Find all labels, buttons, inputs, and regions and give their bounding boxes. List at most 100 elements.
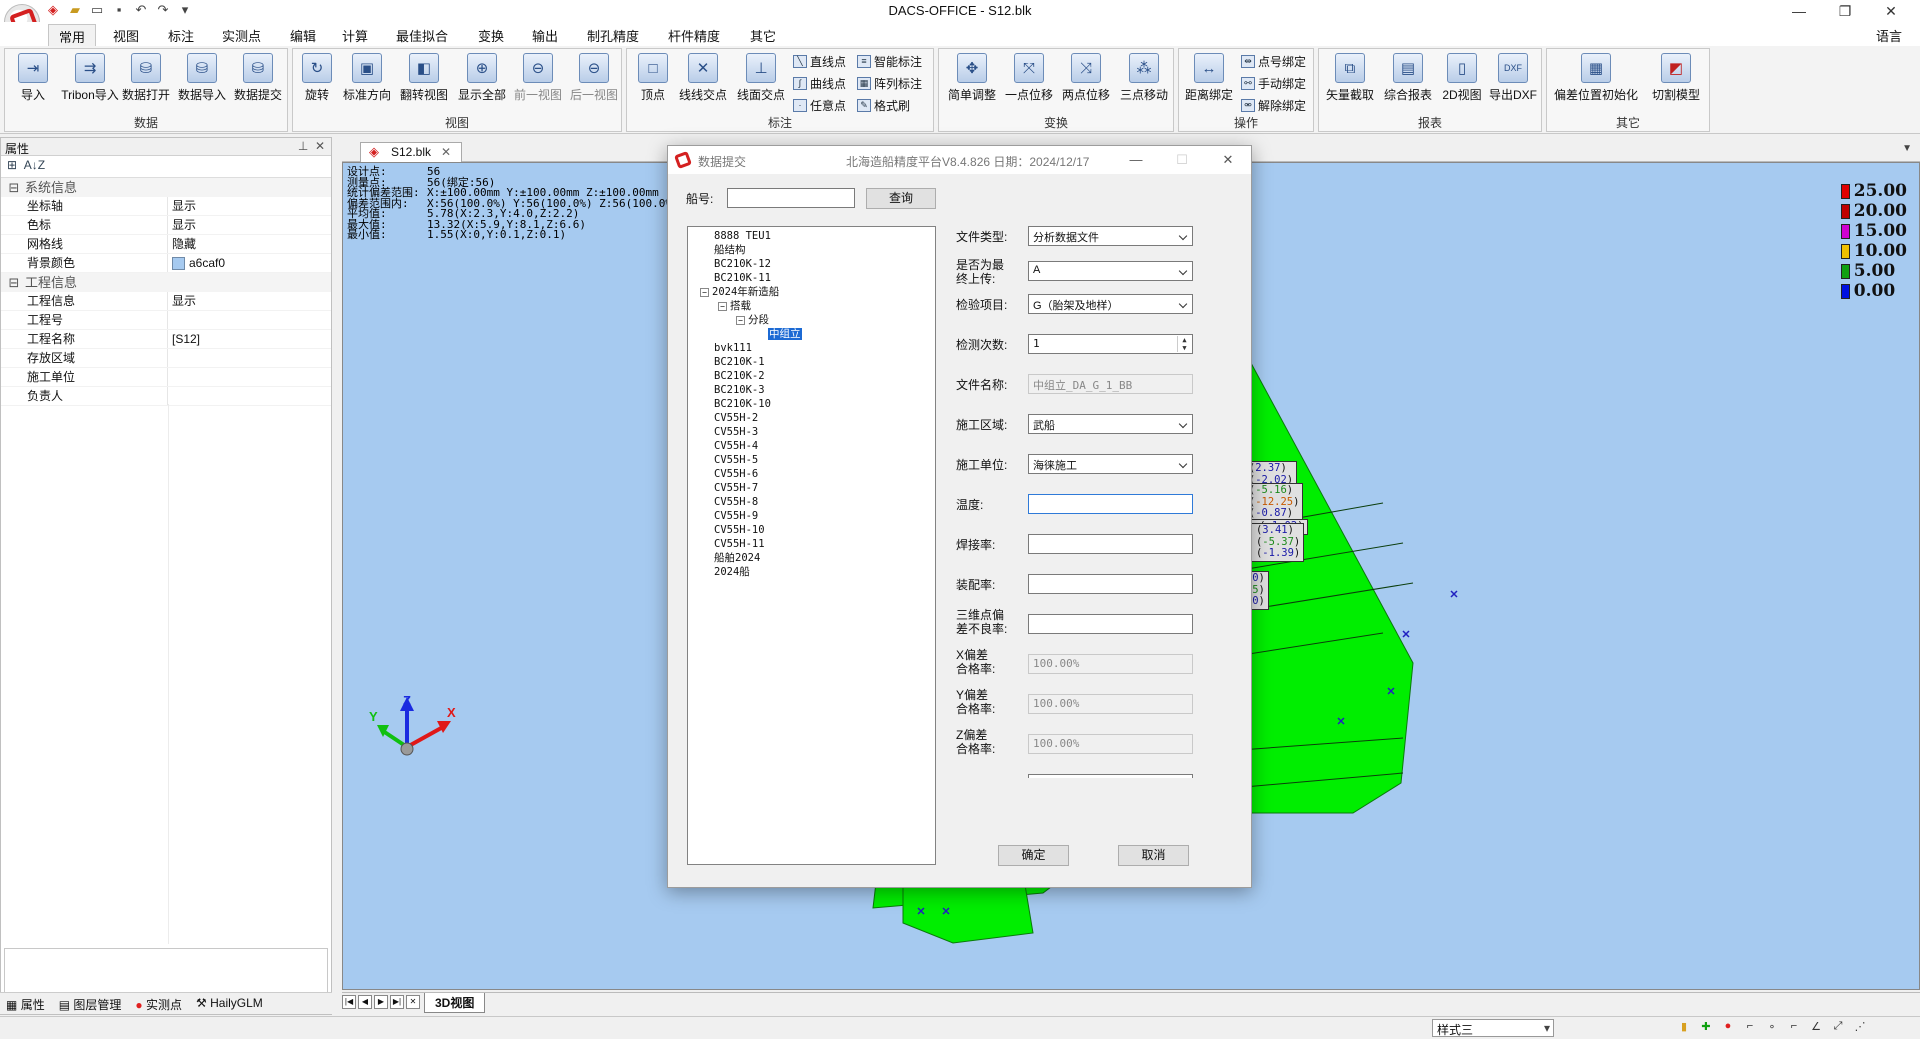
tab-output[interactable]: 输出	[532, 26, 558, 45]
tree-node[interactable]: CV55H-9	[692, 509, 935, 523]
tree-node[interactable]: CV55H-8	[692, 495, 935, 509]
vector-capture-button[interactable]: ⧉ 矢量截取	[1321, 51, 1379, 103]
cut-model-button[interactable]: ◩ 切割模型	[1645, 51, 1707, 103]
pin-icon[interactable]: ⊥	[298, 139, 308, 153]
dacs-icon[interactable]: ◈	[44, 2, 62, 18]
prev-sheet-icon[interactable]: ◀	[358, 995, 372, 1009]
tree-node[interactable]: BC210K-10	[692, 397, 935, 411]
weld-rate-input[interactable]	[1028, 534, 1193, 554]
move-tool-icon[interactable]: ⤢	[1830, 1020, 1846, 1036]
measure-tool-icon[interactable]: ⌐	[1742, 1020, 1758, 1036]
tab-measured-points-panel[interactable]: ● 实测点	[135, 996, 182, 1012]
tree-node-selected[interactable]: 中组立	[692, 327, 935, 341]
ship-tree[interactable]: 8888 TEU1 船结构 BC210K-12 BC210K-11 −2024年…	[687, 226, 936, 865]
tree-node[interactable]: CV55H-11	[692, 537, 935, 551]
categorized-icon[interactable]: ⊞	[7, 158, 17, 172]
ok-button[interactable]: 确定	[998, 845, 1069, 866]
format-brush-button[interactable]: ✎ 格式刷	[857, 97, 910, 114]
tree-node[interactable]: CV55H-2	[692, 411, 935, 425]
red-dot-icon[interactable]: ●	[1720, 1020, 1736, 1036]
deviation-init-button[interactable]: ▦ 偏差位置初始化	[1549, 51, 1643, 103]
array-mark-button[interactable]: ▦ 阵列标注	[857, 75, 922, 92]
tree-node[interactable]: BC210K-11	[692, 271, 935, 285]
tribon-import-button[interactable]: ⇉ Tribon导入	[59, 51, 121, 103]
data-open-button[interactable]: ⛁ 数据打开	[117, 51, 175, 103]
tab-layer-manager[interactable]: ▤ 图层管理	[59, 996, 122, 1012]
doc-tab-s12[interactable]: ◈ S12.blk ✕	[360, 142, 463, 162]
inspect-item-select[interactable]: G（胎架及地样）	[1028, 294, 1193, 314]
language-menu[interactable]: 语言	[1876, 26, 1902, 45]
any-point-button[interactable]: · 任意点	[793, 97, 846, 114]
property-row[interactable]: 工程号	[1, 311, 331, 330]
rotate-button[interactable]: ↻ 旋转	[297, 51, 337, 103]
angle-tool-icon[interactable]: ∠	[1808, 1020, 1824, 1036]
show-all-button[interactable]: ⊕ 显示全部	[453, 51, 511, 103]
close-sheet-icon[interactable]: ✕	[406, 995, 420, 1009]
minimize-icon[interactable]: —	[1776, 0, 1822, 22]
tree-node[interactable]: 2024船	[692, 565, 935, 579]
one-point-move-button[interactable]: ⤧ 一点位移	[1001, 51, 1057, 103]
tab-close-icon[interactable]: ✕	[441, 145, 451, 159]
cancel-button[interactable]: 取消	[1118, 845, 1189, 866]
tab-compute[interactable]: 计算	[342, 26, 368, 45]
property-row[interactable]: 背景颜色 a6caf0	[1, 254, 331, 273]
new-file-icon[interactable]: ▭	[88, 2, 106, 18]
file-type-select[interactable]: 分析数据文件	[1028, 226, 1193, 246]
property-row[interactable]: 色标 显示	[1, 216, 331, 235]
spin-arrows-icon[interactable]: ▲ ▼	[1177, 336, 1191, 352]
category-system-info[interactable]: ⊟ 系统信息	[1, 178, 331, 197]
property-row[interactable]: 工程名称 [S12]	[1, 330, 331, 349]
curve-point-button[interactable]: ∫ 曲线点	[793, 75, 846, 92]
unit-select[interactable]: 海徕施工	[1028, 454, 1193, 474]
next-sheet-icon[interactable]: ▶	[374, 995, 388, 1009]
defect-rate-input[interactable]	[1028, 614, 1193, 634]
tree-node[interactable]: 船结构	[692, 243, 935, 257]
two-point-move-button[interactable]: ⤨ 两点位移	[1057, 51, 1115, 103]
save-icon[interactable]: ▪	[110, 2, 128, 18]
tree-node[interactable]: BC210K-3	[692, 383, 935, 397]
tree-node[interactable]: CV55H-5	[692, 453, 935, 467]
prev-view-button[interactable]: ⊖ 前一视图	[509, 51, 567, 103]
view-2d-button[interactable]: ▯ 2D视图	[1437, 51, 1487, 103]
import-button[interactable]: ⇥ 导入	[7, 51, 59, 103]
vertex-button[interactable]: □ 顶点	[631, 51, 675, 103]
tab-best-fit[interactable]: 最佳拟合	[396, 26, 448, 45]
last-sheet-icon[interactable]: ▶|	[390, 995, 404, 1009]
property-row[interactable]: 网格线 隐藏	[1, 235, 331, 254]
tab-hole-precision[interactable]: 制孔精度	[587, 26, 639, 45]
point-tool-icon[interactable]: ∘	[1764, 1020, 1780, 1036]
assembly-rate-input[interactable]	[1028, 574, 1193, 594]
category-project-info[interactable]: ⊟ 工程信息	[1, 273, 331, 292]
line-point-button[interactable]: ╲ 直线点	[793, 53, 846, 70]
first-sheet-icon[interactable]: |◀	[342, 995, 356, 1009]
temperature-input[interactable]	[1028, 494, 1193, 514]
tab-list-dropdown-icon[interactable]: ▼	[1902, 143, 1912, 154]
cylinder-icon[interactable]: ▮	[1676, 1020, 1692, 1036]
property-row[interactable]: 存放区域	[1, 349, 331, 368]
line-intersect-button[interactable]: ✕ 线线交点	[673, 51, 733, 103]
tab-measured-points[interactable]: 实测点	[222, 26, 261, 45]
tree-node[interactable]: bvk111	[692, 341, 935, 355]
tab-edit[interactable]: 编辑	[290, 26, 316, 45]
tree-node[interactable]: CV55H-3	[692, 425, 935, 439]
distance-bind-button[interactable]: ↔ 距离绑定	[1181, 51, 1237, 103]
tab-mark[interactable]: 标注	[168, 26, 194, 45]
tab-properties[interactable]: ▦ 属性	[6, 996, 45, 1012]
last-upload-select[interactable]: A	[1028, 261, 1193, 281]
property-row[interactable]: 施工单位	[1, 368, 331, 387]
flip-view-button[interactable]: ◧ 翻转视图	[395, 51, 453, 103]
dialog-minimize-icon[interactable]: —	[1113, 146, 1159, 174]
tab-other[interactable]: 其它	[750, 26, 776, 45]
collapse-icon[interactable]: −	[736, 315, 745, 325]
property-row[interactable]: 工程信息 显示	[1, 292, 331, 311]
collapse-icon[interactable]: −	[718, 301, 727, 311]
data-import-button[interactable]: ⛁ 数据导入	[173, 51, 231, 103]
resize-grip-icon[interactable]: ⋰	[1852, 1020, 1868, 1036]
customize-icon[interactable]: ▾	[176, 2, 194, 18]
redo-icon[interactable]: ↷	[154, 2, 172, 18]
inspect-count-spinner[interactable]: 1 ▲ ▼	[1028, 334, 1193, 354]
property-row[interactable]: 负责人	[1, 387, 331, 406]
tree-node[interactable]: BC210K-2	[692, 369, 935, 383]
sort-az-icon[interactable]: A↓Z	[24, 158, 45, 172]
undo-icon[interactable]: ↶	[132, 2, 150, 18]
